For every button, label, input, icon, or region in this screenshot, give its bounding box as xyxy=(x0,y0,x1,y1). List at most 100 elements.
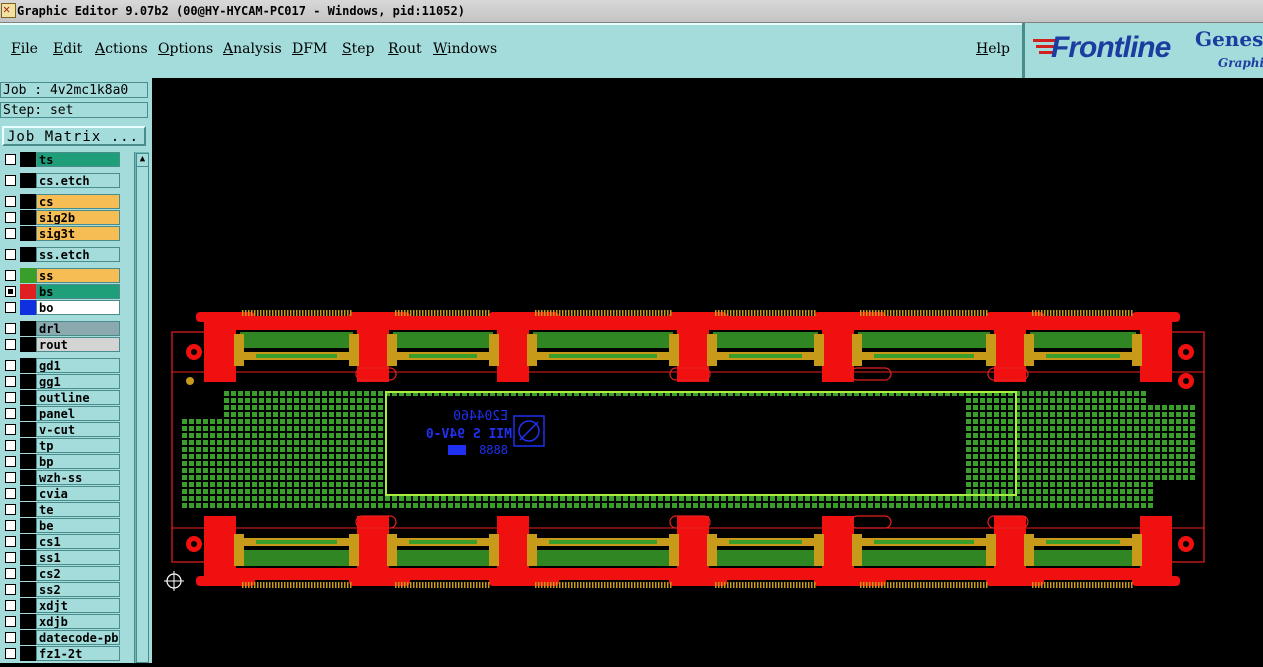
layer-checkbox[interactable] xyxy=(5,360,16,371)
scroll-thumb[interactable] xyxy=(136,166,149,663)
layer-checkbox[interactable] xyxy=(5,520,16,531)
layer-checkbox[interactable] xyxy=(5,339,16,350)
layer-row-fz1-2t[interactable]: fz1-2t xyxy=(3,646,121,661)
layer-color-swatch[interactable] xyxy=(20,534,36,549)
layer-name[interactable]: outline xyxy=(36,390,120,405)
layer-checkbox[interactable] xyxy=(5,504,16,515)
layer-name[interactable]: wzh-ss xyxy=(36,470,120,485)
layer-name[interactable]: cs2 xyxy=(36,566,120,581)
layer-color-swatch[interactable] xyxy=(20,598,36,613)
layer-name[interactable]: cs xyxy=(36,194,120,209)
layer-name[interactable]: ss xyxy=(36,268,120,283)
layer-color-swatch[interactable] xyxy=(20,630,36,645)
layer-name[interactable]: ss1 xyxy=(36,550,120,565)
scroll-up-icon[interactable]: ▲ xyxy=(136,153,149,167)
layer-row-bo[interactable]: bo xyxy=(3,300,121,315)
layer-checkbox[interactable] xyxy=(5,600,16,611)
layer-name[interactable]: ss.etch xyxy=(36,247,120,262)
layer-checkbox[interactable] xyxy=(5,440,16,451)
layer-name[interactable]: sig2b xyxy=(36,210,120,225)
layer-name[interactable]: te xyxy=(36,502,120,517)
layer-row-cs.etch[interactable]: cs.etch xyxy=(3,173,121,188)
layer-row-sig3t[interactable]: sig3t xyxy=(3,226,121,241)
layer-checkbox[interactable] xyxy=(5,568,16,579)
layer-checkbox[interactable] xyxy=(5,472,16,483)
layer-name[interactable]: bs xyxy=(36,284,120,299)
layer-row-gd1[interactable]: gd1 xyxy=(3,358,121,373)
layer-checkbox[interactable] xyxy=(5,648,16,659)
layer-color-swatch[interactable] xyxy=(20,321,36,336)
layer-row-tp[interactable]: tp xyxy=(3,438,121,453)
layer-checkbox[interactable] xyxy=(5,286,16,297)
layer-color-swatch[interactable] xyxy=(20,422,36,437)
graphic-canvas[interactable]: E204460 MII S 94V-0 8888 xyxy=(152,78,1263,663)
layer-name[interactable]: xdjt xyxy=(36,598,120,613)
layer-name[interactable]: datecode-pbe xyxy=(36,630,120,645)
layer-color-swatch[interactable] xyxy=(20,374,36,389)
layer-row-te[interactable]: te xyxy=(3,502,121,517)
layer-color-swatch[interactable] xyxy=(20,486,36,501)
layer-checkbox[interactable] xyxy=(5,632,16,643)
layer-row-outline[interactable]: outline xyxy=(3,390,121,405)
layer-checkbox[interactable] xyxy=(5,249,16,260)
job-matrix-button[interactable]: Job Matrix ... xyxy=(2,126,146,146)
menu-help[interactable]: Help xyxy=(976,41,1010,57)
layer-row-ts[interactable]: ts xyxy=(3,152,121,167)
layer-name[interactable]: v-cut xyxy=(36,422,120,437)
layer-row-xdjb[interactable]: xdjb xyxy=(3,614,121,629)
menu-actions[interactable]: Actions xyxy=(95,41,148,57)
layer-checkbox[interactable] xyxy=(5,376,16,387)
layer-checkbox[interactable] xyxy=(5,323,16,334)
menu-edit[interactable]: Edit xyxy=(53,41,82,57)
layer-name[interactable]: panel xyxy=(36,406,120,421)
layer-row-cs1[interactable]: cs1 xyxy=(3,534,121,549)
layer-name[interactable]: cs.etch xyxy=(36,173,120,188)
layer-row-drl[interactable]: drl xyxy=(3,321,121,336)
layer-color-swatch[interactable] xyxy=(20,210,36,225)
layer-color-swatch[interactable] xyxy=(20,390,36,405)
layer-checkbox[interactable] xyxy=(5,408,16,419)
layer-name[interactable]: bp xyxy=(36,454,120,469)
layer-checkbox[interactable] xyxy=(5,616,16,627)
layer-name[interactable]: cs1 xyxy=(36,534,120,549)
layer-color-swatch[interactable] xyxy=(20,646,36,661)
layer-row-cs2[interactable]: cs2 xyxy=(3,566,121,581)
layer-color-swatch[interactable] xyxy=(20,152,36,167)
layer-checkbox[interactable] xyxy=(5,212,16,223)
layer-color-swatch[interactable] xyxy=(20,502,36,517)
layer-row-xdjt[interactable]: xdjt xyxy=(3,598,121,613)
layer-scrollbar[interactable]: ▲ xyxy=(134,152,149,663)
layer-row-bs[interactable]: bs xyxy=(3,284,121,299)
menu-windows[interactable]: Windows xyxy=(433,41,497,57)
layer-checkbox[interactable] xyxy=(5,488,16,499)
layer-color-swatch[interactable] xyxy=(20,454,36,469)
layer-name[interactable]: tp xyxy=(36,438,120,453)
layer-name[interactable]: xdjb xyxy=(36,614,120,629)
layer-color-swatch[interactable] xyxy=(20,406,36,421)
layer-checkbox[interactable] xyxy=(5,424,16,435)
layer-color-swatch[interactable] xyxy=(20,173,36,188)
layer-row-cs[interactable]: cs xyxy=(3,194,121,209)
layer-row-gg1[interactable]: gg1 xyxy=(3,374,121,389)
layer-name[interactable]: fz1-2t xyxy=(36,646,120,661)
layer-checkbox[interactable] xyxy=(5,456,16,467)
layer-color-swatch[interactable] xyxy=(20,358,36,373)
layer-row-ss1[interactable]: ss1 xyxy=(3,550,121,565)
layer-color-swatch[interactable] xyxy=(20,518,36,533)
layer-checkbox[interactable] xyxy=(5,270,16,281)
layer-name[interactable]: bo xyxy=(36,300,120,315)
menu-analysis[interactable]: Analysis xyxy=(223,41,282,57)
layer-name[interactable]: be xyxy=(36,518,120,533)
layer-color-swatch[interactable] xyxy=(20,614,36,629)
layer-checkbox[interactable] xyxy=(5,196,16,207)
layer-color-swatch[interactable] xyxy=(20,284,36,299)
layer-color-swatch[interactable] xyxy=(20,337,36,352)
layer-color-swatch[interactable] xyxy=(20,300,36,315)
menu-rout[interactable]: Rout xyxy=(388,41,422,57)
layer-color-swatch[interactable] xyxy=(20,268,36,283)
menu-dfm[interactable]: DFM xyxy=(292,41,327,57)
layer-color-swatch[interactable] xyxy=(20,194,36,209)
layer-checkbox[interactable] xyxy=(5,584,16,595)
layer-name[interactable]: ts xyxy=(36,152,120,167)
menu-file[interactable]: File xyxy=(11,41,38,57)
